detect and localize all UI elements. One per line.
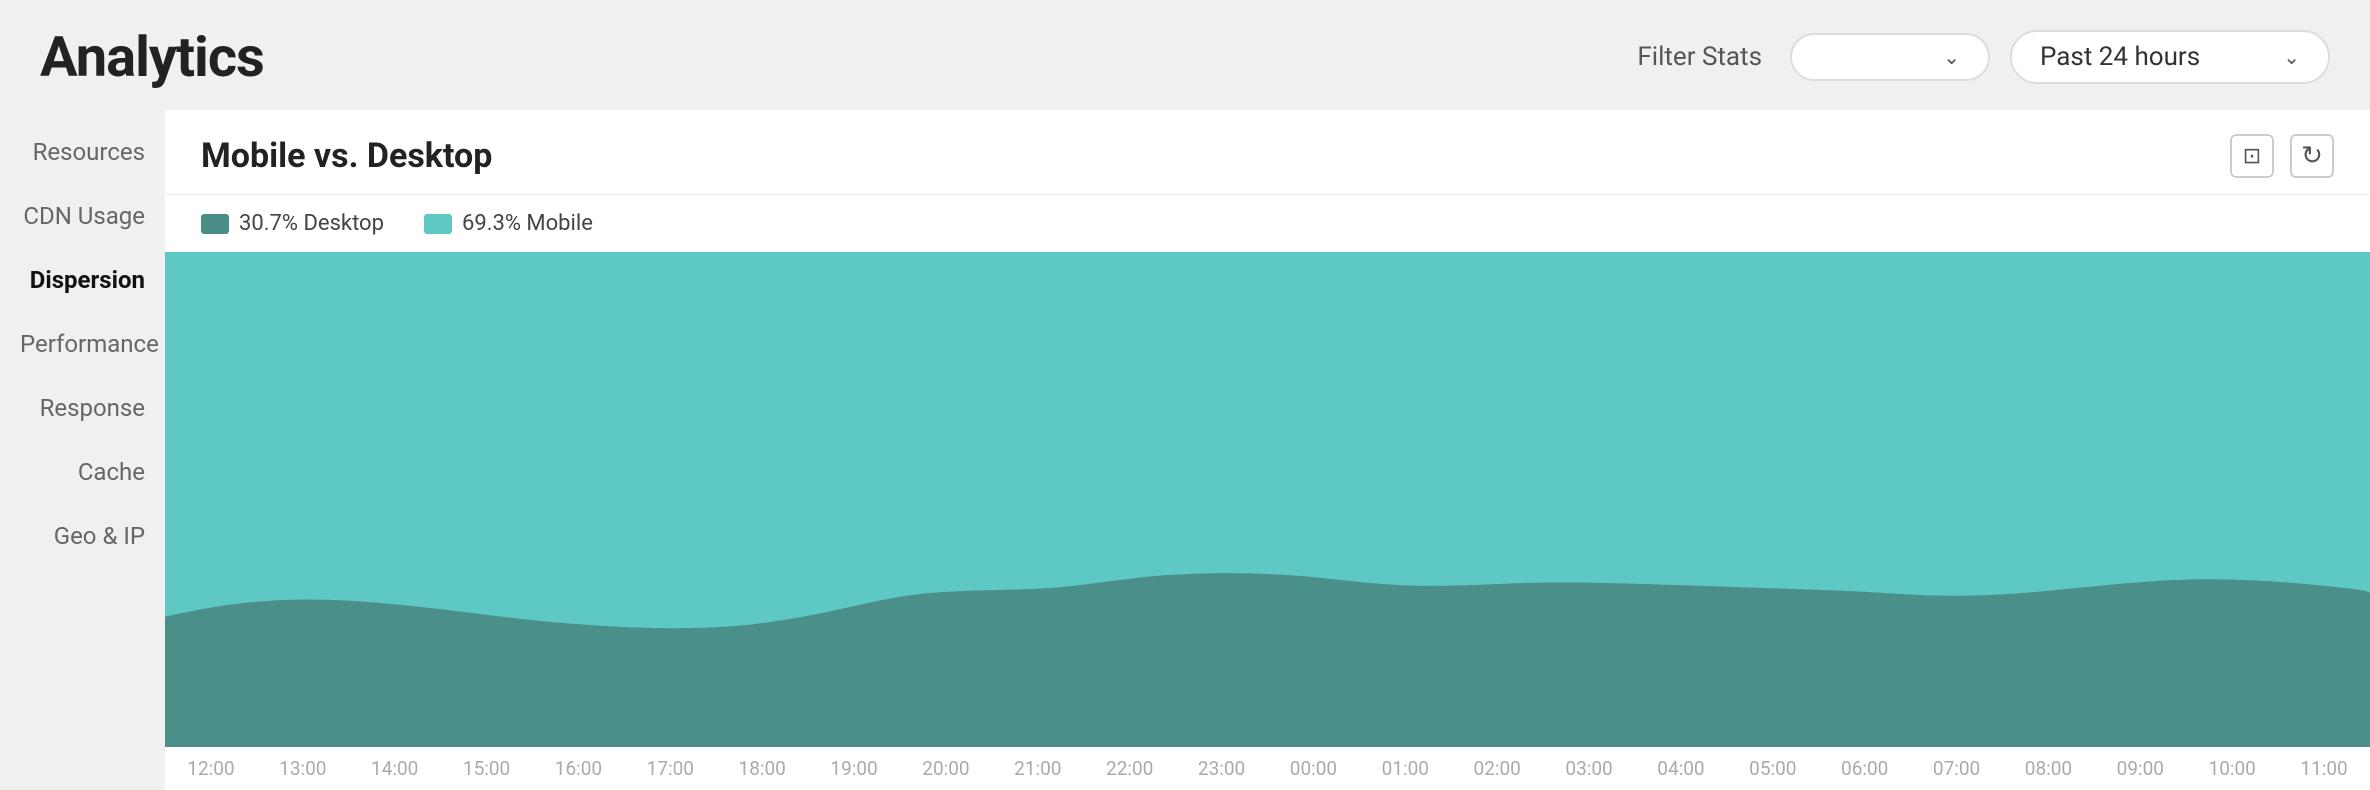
chart-actions: ⊡ ↻	[2230, 134, 2334, 178]
x-label-0: 12:00	[165, 757, 257, 780]
page-title: Analytics	[40, 24, 264, 90]
x-label-18: 06:00	[1819, 757, 1911, 780]
sidebar-item-performance[interactable]: Performance	[0, 312, 165, 376]
sidebar-item-cdn-usage[interactable]: CDN Usage	[0, 184, 165, 248]
legend-item-desktop: 30.7% Desktop	[201, 211, 384, 236]
x-label-16: 04:00	[1635, 757, 1727, 780]
x-label-10: 22:00	[1084, 757, 1176, 780]
x-label-23: 11:00	[2278, 757, 2370, 780]
x-label-19: 07:00	[1911, 757, 2003, 780]
x-label-20: 08:00	[2003, 757, 2095, 780]
filter-stats-dropdown[interactable]: ⌄	[1790, 33, 1990, 81]
chart-header: Mobile vs. Desktop ⊡ ↻	[165, 110, 2370, 195]
x-axis: 12:00 13:00 14:00 15:00 16:00 17:00 18:0…	[165, 747, 2370, 790]
filter-chevron-icon: ⌄	[1943, 45, 1960, 69]
x-label-22: 10:00	[2186, 757, 2278, 780]
export-icon: ⊡	[2243, 144, 2261, 169]
time-range-dropdown[interactable]: Past 24 hours ⌄	[2010, 30, 2330, 84]
desktop-swatch	[201, 214, 229, 234]
sidebar: Resources CDN Usage Dispersion Performan…	[0, 110, 165, 790]
main-content: Resources CDN Usage Dispersion Performan…	[0, 110, 2370, 790]
refresh-icon: ↻	[2301, 141, 2323, 171]
x-label-1: 13:00	[257, 757, 349, 780]
sidebar-item-geo-ip[interactable]: Geo & IP	[0, 504, 165, 568]
chart-svg	[165, 252, 2370, 747]
x-label-12: 00:00	[1268, 757, 1360, 780]
sidebar-item-response[interactable]: Response	[0, 376, 165, 440]
x-label-14: 02:00	[1451, 757, 1543, 780]
time-range-chevron-icon: ⌄	[2283, 45, 2300, 69]
mobile-legend-label: 69.3% Mobile	[462, 211, 593, 236]
x-label-15: 03:00	[1543, 757, 1635, 780]
refresh-button[interactable]: ↻	[2290, 134, 2334, 178]
header: Analytics Filter Stats ⌄ Past 24 hours ⌄	[0, 0, 2370, 110]
x-label-9: 21:00	[992, 757, 1084, 780]
legend-item-mobile: 69.3% Mobile	[424, 211, 593, 236]
chart-legend: 30.7% Desktop 69.3% Mobile	[165, 195, 2370, 252]
sidebar-item-dispersion[interactable]: Dispersion	[0, 248, 165, 312]
filter-stats-label: Filter Stats	[1637, 42, 1762, 72]
x-label-13: 01:00	[1359, 757, 1451, 780]
export-button[interactable]: ⊡	[2230, 134, 2274, 178]
time-range-label: Past 24 hours	[2040, 42, 2200, 72]
x-label-4: 16:00	[533, 757, 625, 780]
mobile-swatch	[424, 214, 452, 234]
chart-area: Mobile vs. Desktop ⊡ ↻ 30.7% Desktop	[165, 110, 2370, 790]
header-controls: Filter Stats ⌄ Past 24 hours ⌄	[1637, 30, 2330, 84]
x-label-2: 14:00	[349, 757, 441, 780]
x-label-8: 20:00	[900, 757, 992, 780]
x-label-6: 18:00	[716, 757, 808, 780]
x-label-11: 23:00	[1176, 757, 1268, 780]
x-label-3: 15:00	[441, 757, 533, 780]
desktop-legend-label: 30.7% Desktop	[239, 211, 384, 236]
x-label-17: 05:00	[1727, 757, 1819, 780]
x-label-21: 09:00	[2094, 757, 2186, 780]
sidebar-item-resources[interactable]: Resources	[0, 120, 165, 184]
x-label-7: 19:00	[808, 757, 900, 780]
chart-title: Mobile vs. Desktop	[201, 136, 492, 176]
x-label-5: 17:00	[624, 757, 716, 780]
sidebar-item-cache[interactable]: Cache	[0, 440, 165, 504]
